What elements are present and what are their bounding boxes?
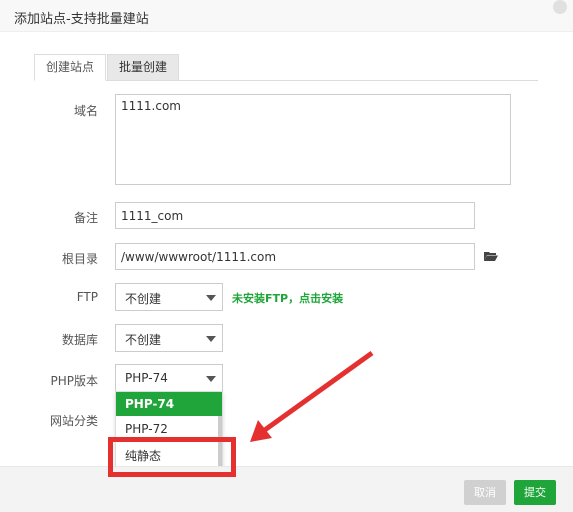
php-version-select-value: PHP-74 — [125, 371, 168, 385]
ftp-install-link[interactable]: 未安装FTP，点击安装 — [232, 290, 343, 306]
php-option-74[interactable]: PHP-74 — [116, 392, 222, 416]
ftp-label: FTP — [76, 290, 98, 304]
domain-textarea[interactable]: 1111.com — [115, 94, 511, 185]
chevron-down-icon — [206, 336, 216, 342]
dialog-title-bar: 添加站点-支持批量建站 — [0, 0, 573, 32]
domain-label: 域名 — [73, 104, 98, 118]
chevron-down-icon — [206, 376, 216, 382]
root-dir-label: 根目录 — [61, 252, 98, 266]
database-select-value: 不创建 — [125, 333, 162, 347]
database-label: 数据库 — [61, 333, 98, 347]
root-dir-input[interactable] — [115, 243, 475, 270]
ftp-select[interactable]: 不创建 — [115, 283, 223, 311]
submit-button[interactable]: 提交 — [514, 480, 556, 505]
remark-label: 备注 — [73, 211, 98, 225]
site-category-label: 网站分类 — [49, 414, 98, 428]
database-select[interactable]: 不创建 — [115, 324, 223, 352]
cancel-button[interactable]: 取消 — [464, 480, 506, 505]
dialog-title: 添加站点-支持批量建站 — [14, 12, 149, 27]
chevron-down-icon — [206, 295, 216, 301]
php-version-select[interactable]: PHP-74 — [115, 364, 223, 392]
remark-input[interactable] — [115, 202, 475, 229]
highlight-box — [108, 437, 236, 477]
tab-batch-create[interactable]: 批量创建 — [107, 54, 179, 81]
tab-create-site[interactable]: 创建站点 — [34, 54, 106, 81]
tab-bar: 创建站点 批量创建 — [34, 54, 538, 81]
close-icon[interactable] — [553, 0, 567, 14]
ftp-select-value: 不创建 — [125, 292, 162, 306]
folder-open-icon[interactable] — [484, 251, 498, 261]
php-version-label: PHP版本 — [50, 374, 99, 388]
